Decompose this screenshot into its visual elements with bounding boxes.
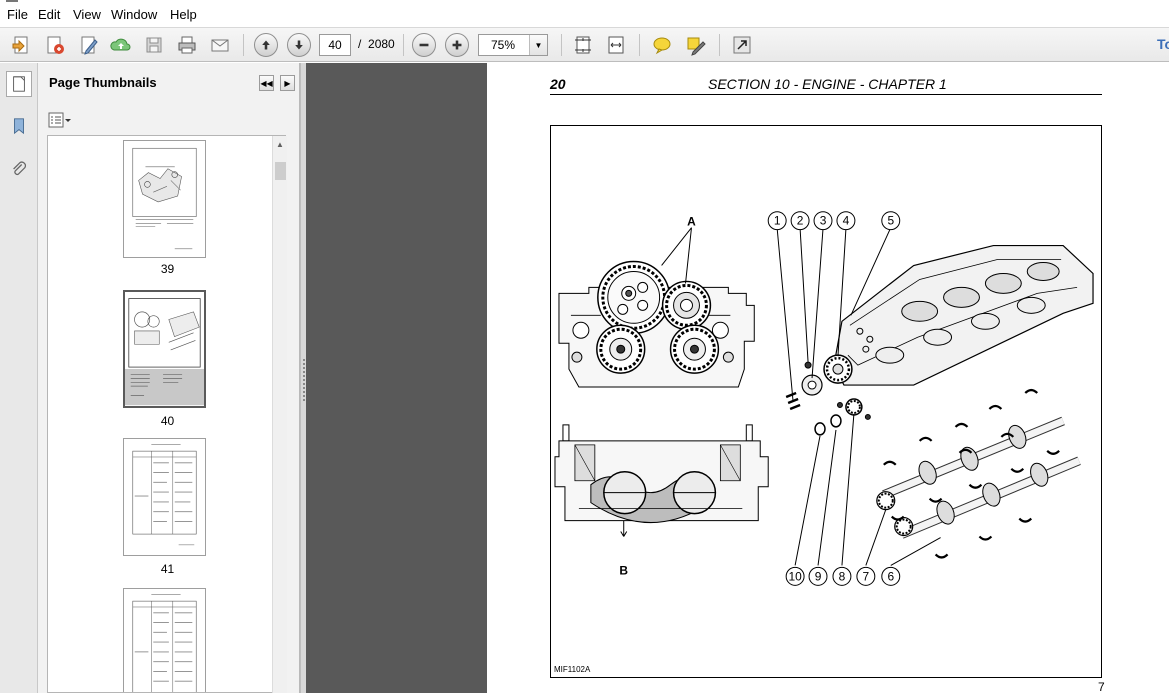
document-section-header: SECTION 10 - ENGINE - CHAPTER 1	[708, 76, 947, 92]
toolbar-separator	[403, 34, 404, 56]
document-viewport: 20 SECTION 10 - ENGINE - CHAPTER 1 1 2 3…	[306, 63, 1169, 693]
callout-4: 4	[843, 214, 850, 228]
thumbnail-page-42[interactable]	[123, 588, 206, 692]
thumbnail-options-icon[interactable]	[48, 111, 72, 129]
page-total-count: 2080	[368, 37, 395, 51]
toolbar: / 2080 75% ▼ To	[0, 28, 1169, 62]
thumbnail-page-40[interactable]	[123, 290, 206, 408]
thumbnail-label: 40	[160, 414, 175, 428]
zoom-select[interactable]: 75% ▼	[478, 34, 548, 56]
menu-window[interactable]: Window	[111, 7, 157, 22]
tools-link[interactable]: To	[1157, 36, 1169, 52]
navigation-rail	[0, 63, 38, 693]
thumbnail-label: 39	[160, 262, 175, 276]
title-strip	[0, 0, 1169, 4]
figure-label-b: B	[619, 563, 628, 577]
zoom-value: 75%	[491, 38, 516, 52]
page-thumbnails-icon[interactable]	[6, 71, 32, 97]
menu-edit[interactable]: Edit	[38, 7, 60, 22]
upload-icon[interactable]	[108, 32, 134, 58]
menu-view[interactable]: View	[73, 7, 101, 22]
email-icon[interactable]	[207, 32, 233, 58]
next-page-icon[interactable]	[286, 32, 312, 58]
menu-help[interactable]: Help	[170, 7, 197, 22]
zoom-out-icon[interactable]	[411, 32, 437, 58]
edit-icon[interactable]	[76, 32, 102, 58]
callout-6: 6	[887, 569, 894, 583]
callout-1: 1	[774, 214, 781, 228]
document-page: 20 SECTION 10 - ENGINE - CHAPTER 1 1 2 3…	[487, 63, 1169, 693]
engine-illustration: 1 2 3 4 5 10 9 8 7 6 A B	[554, 211, 1094, 586]
bookmark-icon[interactable]	[6, 113, 32, 139]
convert-icon[interactable]	[42, 32, 68, 58]
thumbnails-pane: Page Thumbnails ◀◀ ▶ 39 40 41 ▲	[38, 63, 300, 693]
page-separator: /	[358, 37, 362, 51]
collapse-pane-icon[interactable]: ◀◀	[259, 75, 274, 91]
toolbar-separator	[719, 34, 720, 56]
thumbnail-page-41[interactable]	[123, 438, 206, 556]
thumbnail-label: 41	[160, 562, 175, 576]
callout-9: 9	[815, 569, 822, 583]
toolbar-separator	[243, 34, 244, 56]
figure-number: 7	[1098, 680, 1105, 693]
save-icon[interactable]	[141, 32, 167, 58]
fit-page-icon[interactable]	[570, 32, 596, 58]
callout-10: 10	[788, 569, 802, 583]
fit-width-icon[interactable]	[603, 32, 629, 58]
expand-icon[interactable]	[729, 32, 755, 58]
scroll-up-icon[interactable]: ▲	[276, 140, 284, 149]
document-page-number: 20	[550, 76, 566, 92]
figure-label-a: A	[687, 215, 696, 229]
thumbnail-scrollbar[interactable]: ▲	[272, 136, 287, 693]
scrollbar-thumb[interactable]	[275, 162, 286, 180]
callout-7: 7	[863, 569, 870, 583]
prev-page-icon[interactable]	[253, 32, 279, 58]
callout-2: 2	[797, 214, 804, 228]
page-number-input[interactable]	[319, 34, 351, 56]
menu-file[interactable]: File	[7, 7, 28, 22]
attachment-icon[interactable]	[6, 156, 32, 182]
highlight-icon[interactable]	[683, 32, 709, 58]
thumbnail-page-39[interactable]	[123, 140, 206, 258]
comment-icon[interactable]	[649, 32, 675, 58]
callout-3: 3	[820, 214, 827, 228]
zoom-in-icon[interactable]	[444, 32, 470, 58]
thumbnail-list: 39 40 41	[47, 135, 286, 693]
menu-bar: File Edit View Window Help	[0, 0, 1169, 28]
toolbar-separator	[639, 34, 640, 56]
header-rule	[550, 94, 1102, 95]
toolbar-separator	[561, 34, 562, 56]
print-icon[interactable]	[174, 32, 200, 58]
engine-figure: 1 2 3 4 5 10 9 8 7 6 A B MIF1102A	[550, 125, 1102, 678]
page-total-label: / 2080	[358, 37, 395, 51]
figure-reference: MIF1102A	[554, 665, 591, 674]
callout-5: 5	[887, 214, 894, 228]
pane-title: Page Thumbnails	[49, 75, 157, 90]
create-pdf-icon[interactable]	[8, 32, 34, 58]
callout-8: 8	[839, 569, 846, 583]
chevron-right-icon[interactable]: ▶	[280, 75, 295, 91]
chevron-down-icon[interactable]: ▼	[529, 35, 547, 55]
